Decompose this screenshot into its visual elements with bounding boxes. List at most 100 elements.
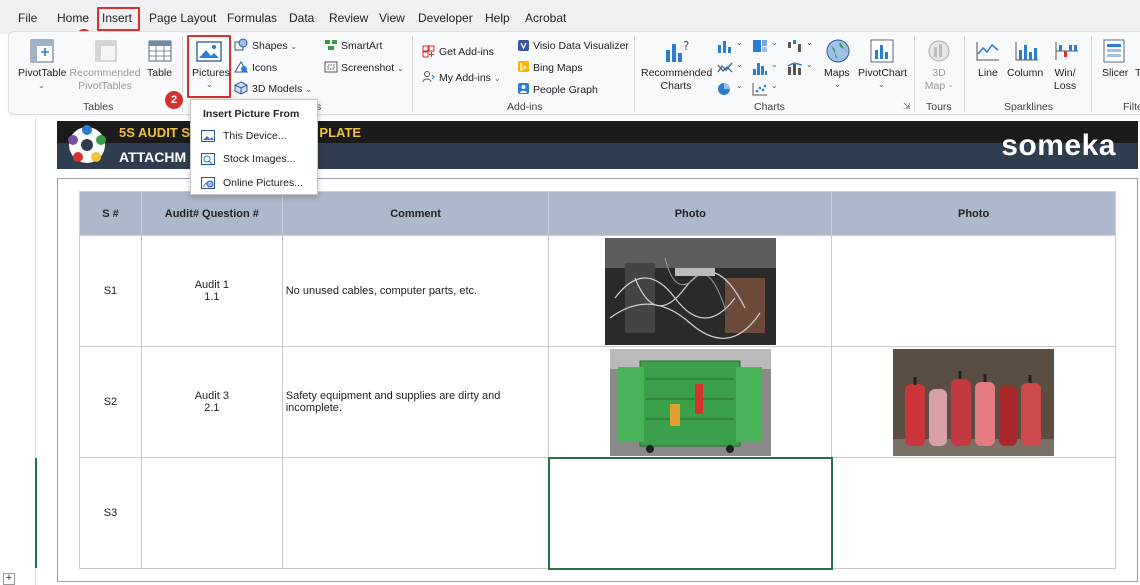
sparkline-column-button[interactable]: Column <box>1007 67 1043 79</box>
cell-comment[interactable]: No unused cables, computer parts, etc. <box>281 235 550 347</box>
pie-chart-icon[interactable] <box>717 82 733 96</box>
menu-view[interactable]: View <box>379 11 405 25</box>
row-header-column <box>0 118 36 585</box>
menu-data[interactable]: Data <box>289 11 314 25</box>
sparkline-line-button[interactable]: Line <box>978 67 998 79</box>
bing-maps-icon <box>518 61 529 72</box>
statistic-chart-icon[interactable] <box>752 61 768 75</box>
combo-chart-icon[interactable] <box>787 61 803 75</box>
my-addins-icon <box>422 71 435 83</box>
menu-acrobat[interactable]: Acrobat <box>525 11 566 25</box>
menu-file[interactable]: File <box>18 11 37 25</box>
pictures-button[interactable]: Pictures <box>192 67 230 79</box>
get-addins-icon <box>422 45 435 58</box>
screenshot-button[interactable]: Screenshot ⌄ <box>341 62 404 74</box>
sparkline-winloss-button[interactable]: Win/ <box>1050 67 1080 79</box>
online-pictures-option[interactable]: Online Pictures... <box>201 177 311 193</box>
dropdown-header: Insert Picture From <box>203 108 300 120</box>
cell-comment[interactable] <box>281 457 550 569</box>
header-photo-1[interactable]: Photo <box>548 191 833 236</box>
maps-icon <box>826 39 850 63</box>
pivot-table-button[interactable]: PivotTable <box>18 67 66 79</box>
ribbon-separator <box>914 36 915 112</box>
my-addins-button[interactable]: My Add-ins ⌄ <box>439 72 501 84</box>
waterfall-chart-icon[interactable] <box>787 39 803 53</box>
menu-page-layout[interactable]: Page Layout <box>149 11 216 25</box>
menu-formulas[interactable]: Formulas <box>227 11 277 25</box>
recommended-charts-button[interactable]: Recommended <box>641 67 712 79</box>
cell-audit-question[interactable]: Audit 3 2.1 <box>140 346 283 458</box>
pivotchart-button[interactable]: PivotChart <box>858 67 907 79</box>
statistic-chart-chevron-icon[interactable]: ⌄ <box>771 60 778 69</box>
add-sheet-plus-icon[interactable]: + <box>3 573 15 585</box>
cell-s-number[interactable]: S2 <box>79 346 142 458</box>
scatter-chart-icon[interactable] <box>752 82 768 96</box>
shapes-button[interactable]: Shapes ⌄ <box>252 40 297 52</box>
column-chart-chevron-icon[interactable]: ⌄ <box>736 38 743 47</box>
3d-map-button[interactable]: 3D <box>924 67 954 79</box>
hierarchy-chart-chevron-icon[interactable]: ⌄ <box>771 38 778 47</box>
menu-developer[interactable]: Developer <box>418 11 473 25</box>
line-chart-chevron-icon[interactable]: ⌄ <box>736 60 743 69</box>
cell-s-number[interactable]: S1 <box>79 235 142 347</box>
3d-map-chevron-icon[interactable]: ⌄ <box>947 80 954 89</box>
cell-comment[interactable]: Safety equipment and supplies are dirty … <box>281 346 550 458</box>
get-addins-button[interactable]: Get Add-ins <box>439 46 494 58</box>
cell-photo-2[interactable] <box>831 346 1116 458</box>
bing-maps-button[interactable]: Bing Maps <box>533 62 583 74</box>
selected-cell-photo-1[interactable] <box>547 456 833 570</box>
icons-button[interactable]: Icons <box>252 62 277 74</box>
3d-models-button[interactable]: 3D Models ⌄ <box>252 83 312 95</box>
cell-audit-question[interactable]: Audit 1 1.1 <box>140 235 283 347</box>
cell-photo-2[interactable] <box>831 235 1116 347</box>
scatter-chart-chevron-icon[interactable]: ⌄ <box>771 81 778 90</box>
maps-button[interactable]: Maps <box>824 67 850 79</box>
menu-bar: File Home Insert Page Layout Formulas Da… <box>0 0 1140 34</box>
combo-chart-chevron-icon[interactable]: ⌄ <box>806 60 813 69</box>
visio-data-visualizer-button[interactable]: Visio Data Visualizer <box>533 40 629 52</box>
smartart-icon <box>325 40 337 50</box>
stock-images-option[interactable]: Stock Images... <box>201 153 311 169</box>
slicer-button[interactable]: Slicer <box>1102 67 1128 79</box>
cell-photo-1[interactable] <box>548 235 833 347</box>
charts-dialog-launcher-icon[interactable]: ⇲ <box>903 101 911 112</box>
pie-chart-chevron-icon[interactable]: ⌄ <box>736 81 743 90</box>
waterfall-chart-chevron-icon[interactable]: ⌄ <box>806 38 813 47</box>
hierarchy-chart-icon[interactable] <box>752 39 768 53</box>
header-comment[interactable]: Comment <box>281 191 550 236</box>
sparkline-winloss-label-2: Loss <box>1053 80 1077 92</box>
banner-subtitle: ATTACHM <box>119 149 187 165</box>
table-row: S2 Audit 3 2.1 Safety equipment and suppl… <box>79 346 1116 458</box>
this-device-icon <box>201 130 215 142</box>
recommended-charts-label-2: Charts <box>660 80 692 92</box>
header-photo-2[interactable]: Photo <box>831 191 1116 236</box>
cell-photo-1[interactable] <box>548 346 833 458</box>
5s-logo-icon <box>68 125 106 163</box>
pivotchart-chevron-icon[interactable]: ⌄ <box>878 80 885 89</box>
cell-s-number[interactable]: S3 <box>79 457 142 569</box>
recommended-pivot-button[interactable]: Recommended <box>69 67 141 79</box>
svg-text:?: ? <box>683 39 689 53</box>
ribbon-separator <box>964 36 965 112</box>
cell-photo-2[interactable] <box>831 457 1116 569</box>
people-graph-button[interactable]: People Graph <box>533 84 598 96</box>
header-audit-question[interactable]: Audit# Question # <box>140 191 283 236</box>
column-chart-icon[interactable] <box>717 39 733 53</box>
menu-review[interactable]: Review <box>329 11 368 25</box>
pivot-table-chevron-icon[interactable]: ⌄ <box>38 81 45 90</box>
line-chart-icon[interactable] <box>717 61 733 75</box>
charts-group-label: Charts <box>754 101 785 113</box>
header-s-number[interactable]: S # <box>79 191 142 236</box>
timeline-button[interactable]: T <box>1135 67 1140 79</box>
menu-home[interactable]: Home <box>57 11 89 25</box>
recommended-pivot-label-2: PivotTables <box>78 80 132 92</box>
maps-chevron-icon[interactable]: ⌄ <box>834 80 841 89</box>
menu-help[interactable]: Help <box>485 11 510 25</box>
pictures-chevron-icon[interactable]: ⌄ <box>206 80 213 89</box>
smartart-button[interactable]: SmartArt <box>341 40 382 52</box>
table-button[interactable]: Table <box>147 67 172 79</box>
menu-insert[interactable]: Insert <box>102 11 132 25</box>
this-device-option[interactable]: This Device... <box>201 130 311 146</box>
audit-label: Audit 1 <box>194 279 229 291</box>
cell-audit-question[interactable] <box>140 457 283 569</box>
